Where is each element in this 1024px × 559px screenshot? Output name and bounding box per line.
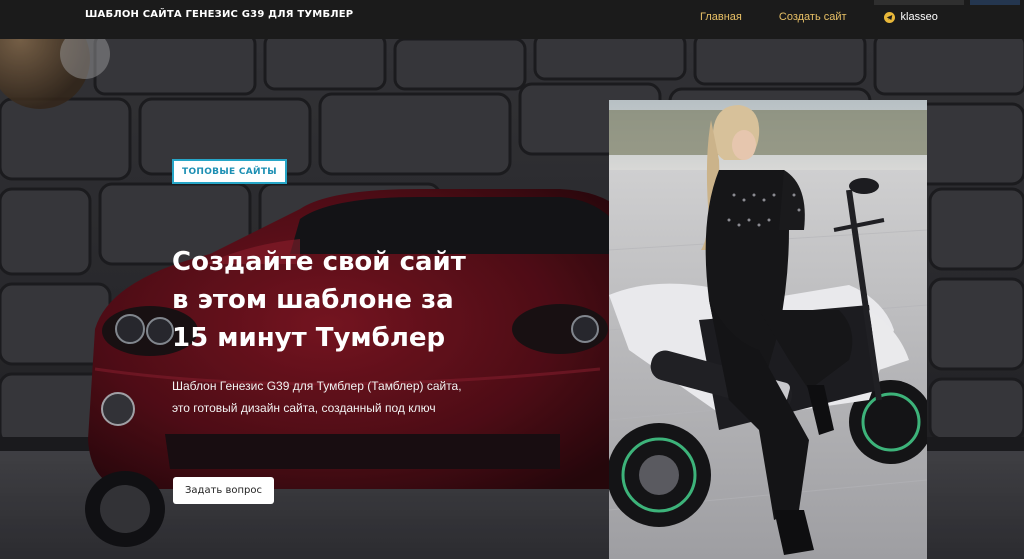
site-title-link[interactable]: ШАБЛОН САЙТА ГЕНЕЗИС G39 ДЛЯ ТУМБЛЕР [85,9,353,20]
featured-photo [609,100,927,559]
site-header: ШАБЛОН САЙТА ГЕНЕЗИС G39 ДЛЯ ТУМБЛЕР Гла… [0,0,1024,39]
headline-line: 15 минут Тумблер [172,323,446,353]
headline-line: в этом шаблоне за [172,285,454,315]
category-badge[interactable]: ТОПОВЫЕ САЙТЫ [172,159,287,184]
ask-question-button[interactable]: Задать вопрос [173,477,274,504]
search-button-edge[interactable] [970,0,1020,5]
nav-link-user[interactable]: klasseo [883,11,938,23]
hero-section: ТОПОВЫЕ САЙТЫ Создайте свой сайт в этом … [0,39,1024,559]
description-line: Шаблон Генезис G39 для Тумблер (Тамблер)… [172,379,462,393]
description-line: это готовый дизайн сайта, созданный под … [172,401,436,415]
search-input-edge[interactable] [874,0,964,5]
nav-link-home[interactable]: Главная [700,11,742,23]
motorcycle-woman-photo [609,100,927,559]
nav-user-label: klasseo [900,11,938,23]
main-nav: Главная Создать сайт klasseo [700,11,938,23]
hero-headline: Создайте свой сайт в этом шаблоне за 15 … [172,243,572,357]
headline-line: Создайте свой сайт [172,247,466,277]
telegram-icon [883,11,895,23]
nav-link-create-site[interactable]: Создать сайт [779,11,847,23]
hero-description: Шаблон Генезис G39 для Тумблер (Тамблер)… [172,375,602,419]
